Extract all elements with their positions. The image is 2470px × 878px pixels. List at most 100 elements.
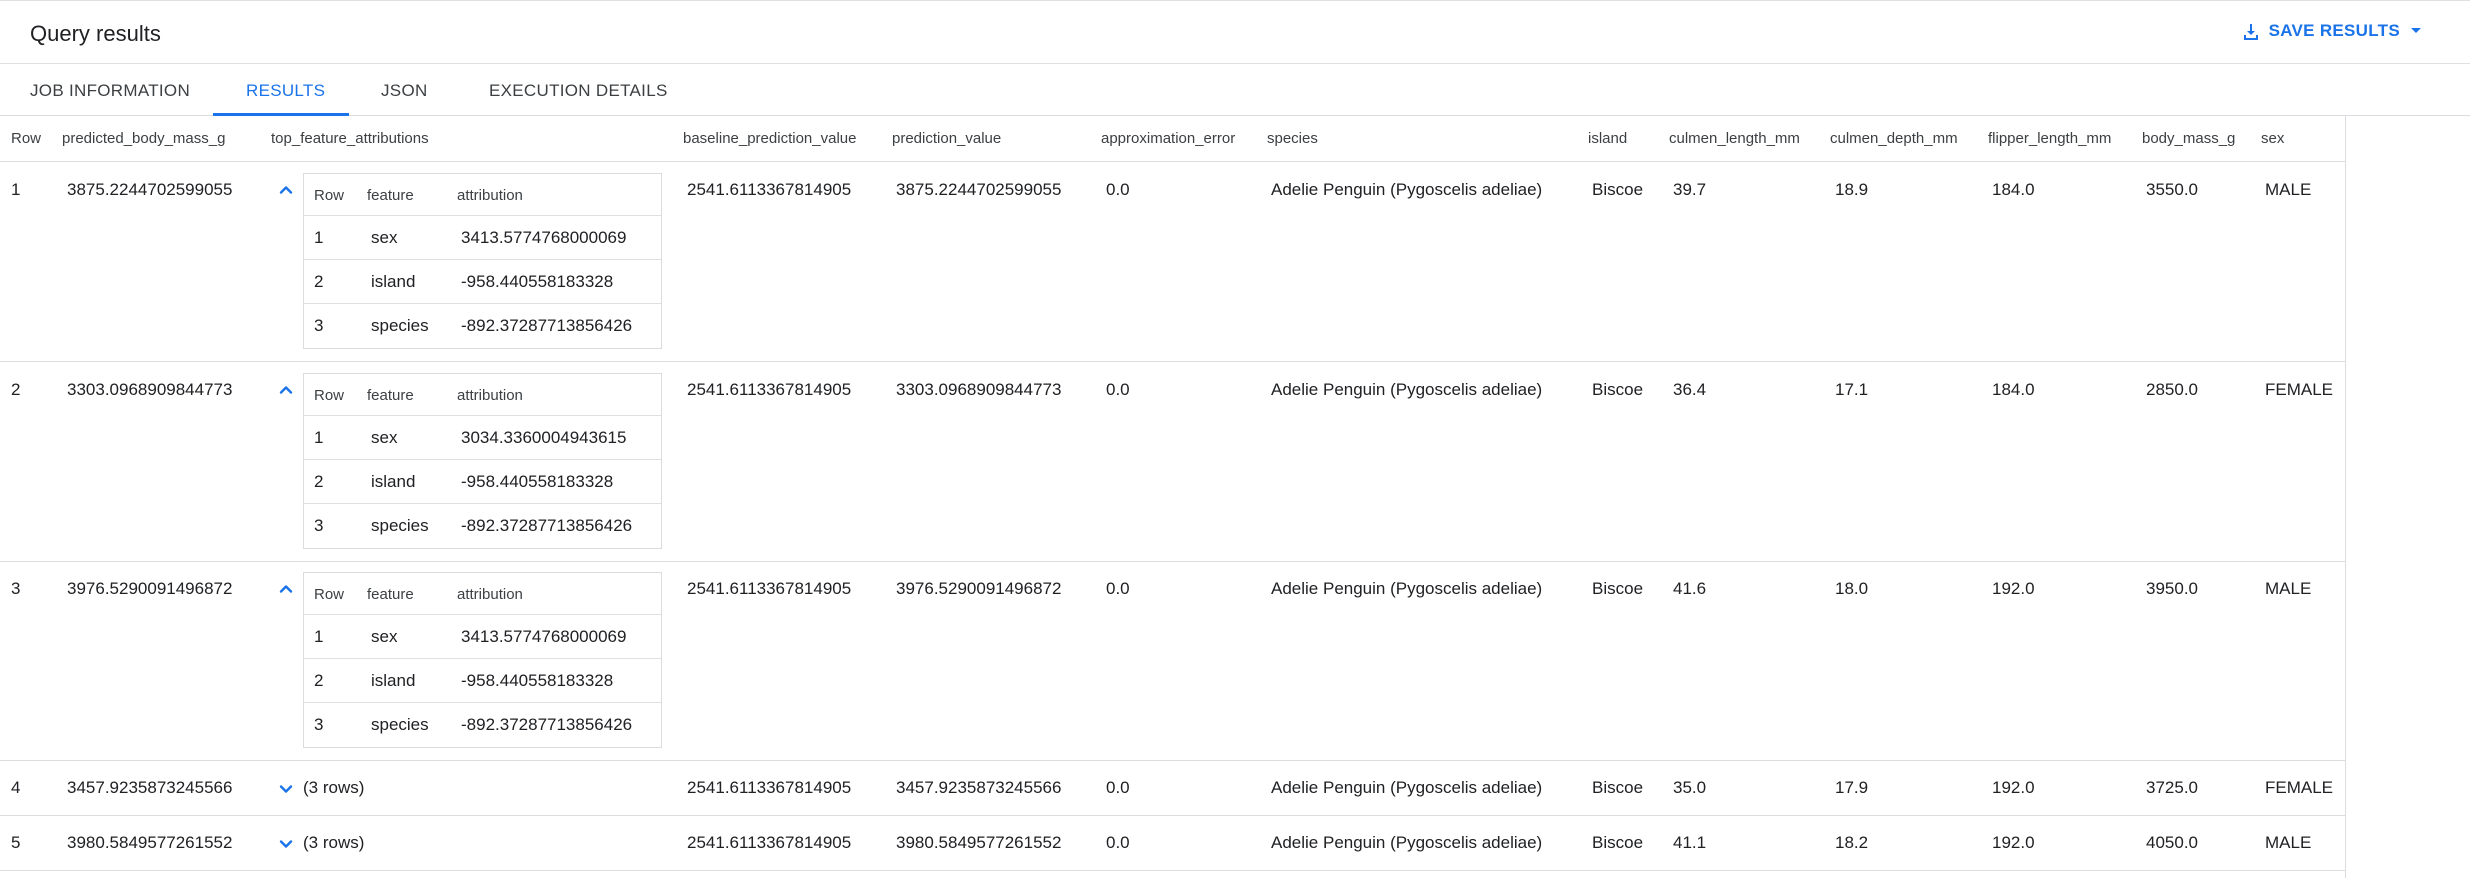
col-header-flipper-length[interactable]: flipper_length_mm [1988, 130, 2111, 147]
tab-job-information[interactable]: JOB INFORMATION [30, 81, 190, 101]
attribution-row: 3 species -892.37287713856426 [304, 304, 661, 348]
collapse-chevron-up-icon[interactable] [277, 580, 295, 598]
cell-culmen-length: 36.4 [1673, 380, 1707, 399]
nested-col-header-attribution: attribution [457, 387, 523, 404]
cell-approximation-error: 0.0 [1106, 380, 1130, 399]
cell-species: Adelie Penguin (Pygoscelis adeliae) [1271, 833, 1543, 852]
cell-culmen-length: 35.0 [1673, 778, 1707, 797]
cell-culmen-depth: 17.9 [1835, 778, 1869, 797]
expand-rows-label[interactable]: (3 rows) [303, 833, 364, 853]
attribution-row: 2 island -958.440558183328 [304, 260, 661, 304]
cell-predicted-body-mass: 3875.2244702599055 [67, 180, 233, 199]
cell-flipper-length: 184.0 [1992, 180, 2035, 199]
cell-approximation-error: 0.0 [1106, 833, 1130, 852]
col-header-predicted-body-mass[interactable]: predicted_body_mass_g [62, 130, 225, 147]
cell-prediction-value: 3976.5290091496872 [896, 579, 1062, 598]
cell-predicted-body-mass: 3303.0968909844773 [67, 380, 233, 399]
cell-sex: MALE [2265, 833, 2312, 852]
cell-row-number: 1 [11, 180, 21, 199]
attribution-row: 2 island -958.440558183328 [304, 659, 661, 703]
cell-flipper-length: 192.0 [1992, 579, 2035, 598]
col-header-culmen-length[interactable]: culmen_length_mm [1669, 130, 1800, 147]
col-header-prediction-value[interactable]: prediction_value [892, 130, 1001, 147]
cell-culmen-depth: 17.1 [1835, 380, 1869, 399]
cell-island: Biscoe [1592, 833, 1644, 852]
cell-culmen-length: 39.7 [1673, 180, 1707, 199]
col-header-top-feature-attributions[interactable]: top_feature_attributions [271, 130, 429, 147]
table-row: 5 3980.5849577261552 2541.6113367814905 398… [0, 816, 2346, 871]
col-header-approximation-error[interactable]: approximation_error [1101, 130, 1235, 147]
nested-col-header-feature: feature [367, 387, 414, 404]
attribution-feature: island [371, 272, 416, 291]
attribution-row-number: 2 [314, 671, 324, 690]
cell-island: Biscoe [1592, 380, 1644, 399]
download-icon [2243, 23, 2259, 40]
cell-species: Adelie Penguin (Pygoscelis adeliae) [1271, 778, 1543, 797]
save-results-button[interactable]: SAVE RESULTS [2243, 21, 2422, 41]
cell-species: Adelie Penguin (Pygoscelis adeliae) [1271, 579, 1543, 598]
col-header-culmen-depth[interactable]: culmen_depth_mm [1830, 130, 1958, 147]
cell-culmen-depth: 18.2 [1835, 833, 1869, 852]
attribution-feature: sex [371, 428, 398, 447]
title-bar: Query results SAVE RESULTS [0, 0, 2470, 64]
cell-baseline-prediction-value: 2541.6113367814905 [687, 778, 852, 797]
cell-sex: MALE [2265, 579, 2312, 598]
attribution-value: -958.440558183328 [461, 272, 614, 291]
tab-results[interactable]: RESULTS [246, 81, 325, 101]
col-header-species[interactable]: species [1267, 130, 1318, 147]
cell-body-mass: 3550.0 [2146, 180, 2198, 199]
expand-chevron-down-icon[interactable] [277, 835, 295, 853]
cell-row-number: 3 [11, 579, 21, 598]
cell-culmen-depth: 18.9 [1835, 180, 1869, 199]
col-header-baseline-prediction-value[interactable]: baseline_prediction_value [683, 130, 856, 147]
nested-table-header: Row feature attribution [304, 174, 661, 216]
attribution-value: 3034.3360004943615 [461, 428, 627, 447]
cell-flipper-length: 192.0 [1992, 778, 2035, 797]
cell-species: Adelie Penguin (Pygoscelis adeliae) [1271, 380, 1543, 399]
cell-baseline-prediction-value: 2541.6113367814905 [687, 380, 852, 399]
cell-baseline-prediction-value: 2541.6113367814905 [687, 833, 852, 852]
col-header-row[interactable]: Row [11, 130, 41, 147]
attribution-feature: species [371, 316, 429, 335]
cell-sex: MALE [2265, 180, 2312, 199]
cell-prediction-value: 3980.5849577261552 [896, 833, 1062, 852]
cell-predicted-body-mass: 3976.5290091496872 [67, 579, 233, 598]
attribution-value: -958.440558183328 [461, 472, 614, 491]
cell-prediction-value: 3457.9235873245566 [896, 778, 1062, 797]
cell-flipper-length: 192.0 [1992, 833, 2035, 852]
col-header-body-mass[interactable]: body_mass_g [2142, 130, 2235, 147]
collapse-chevron-up-icon[interactable] [277, 181, 295, 199]
col-header-sex[interactable]: sex [2261, 130, 2284, 147]
attribution-row: 3 species -892.37287713856426 [304, 504, 661, 548]
page-title: Query results [30, 21, 161, 46]
attribution-value: -892.37287713856426 [461, 316, 633, 335]
cell-sex: FEMALE [2265, 380, 2334, 399]
cell-culmen-depth: 18.0 [1835, 579, 1869, 598]
tab-execution-details[interactable]: EXECUTION DETAILS [489, 81, 668, 101]
attribution-value: -958.440558183328 [461, 671, 614, 690]
cell-baseline-prediction-value: 2541.6113367814905 [687, 579, 852, 598]
attribution-row-number: 3 [314, 715, 324, 734]
attributions-nested-table: Row feature attribution 1 sex 3413.5774768000… [303, 572, 662, 748]
col-header-island[interactable]: island [1588, 130, 1627, 147]
nested-col-header-attribution: attribution [457, 187, 523, 204]
attribution-row-number: 2 [314, 472, 324, 491]
cell-species: Adelie Penguin (Pygoscelis adeliae) [1271, 180, 1543, 199]
attribution-row: 1 sex 3413.5774768000069 [304, 216, 661, 260]
tab-json[interactable]: JSON [381, 81, 428, 101]
attribution-value: -892.37287713856426 [461, 715, 633, 734]
attribution-value: -892.37287713856426 [461, 516, 633, 535]
table-row: 4 3457.9235873245566 2541.6113367814905 345… [0, 761, 2346, 816]
expand-chevron-down-icon[interactable] [277, 780, 295, 798]
attributions-nested-table: Row feature attribution 1 sex 3413.5774768000… [303, 173, 662, 349]
attribution-row-number: 1 [314, 428, 324, 447]
attribution-row-number: 1 [314, 627, 324, 646]
cell-flipper-length: 184.0 [1992, 380, 2035, 399]
table-row: 1 3875.2244702599055 2541.6113367814905 387… [0, 163, 2346, 362]
collapse-chevron-up-icon[interactable] [277, 381, 295, 399]
cell-row-number: 4 [11, 778, 21, 797]
table-row: 2 3303.0968909844773 2541.6113367814905 330… [0, 363, 2346, 562]
nested-col-header-row: Row [314, 387, 345, 404]
expand-rows-label[interactable]: (3 rows) [303, 778, 364, 798]
attribution-feature: species [371, 715, 429, 734]
